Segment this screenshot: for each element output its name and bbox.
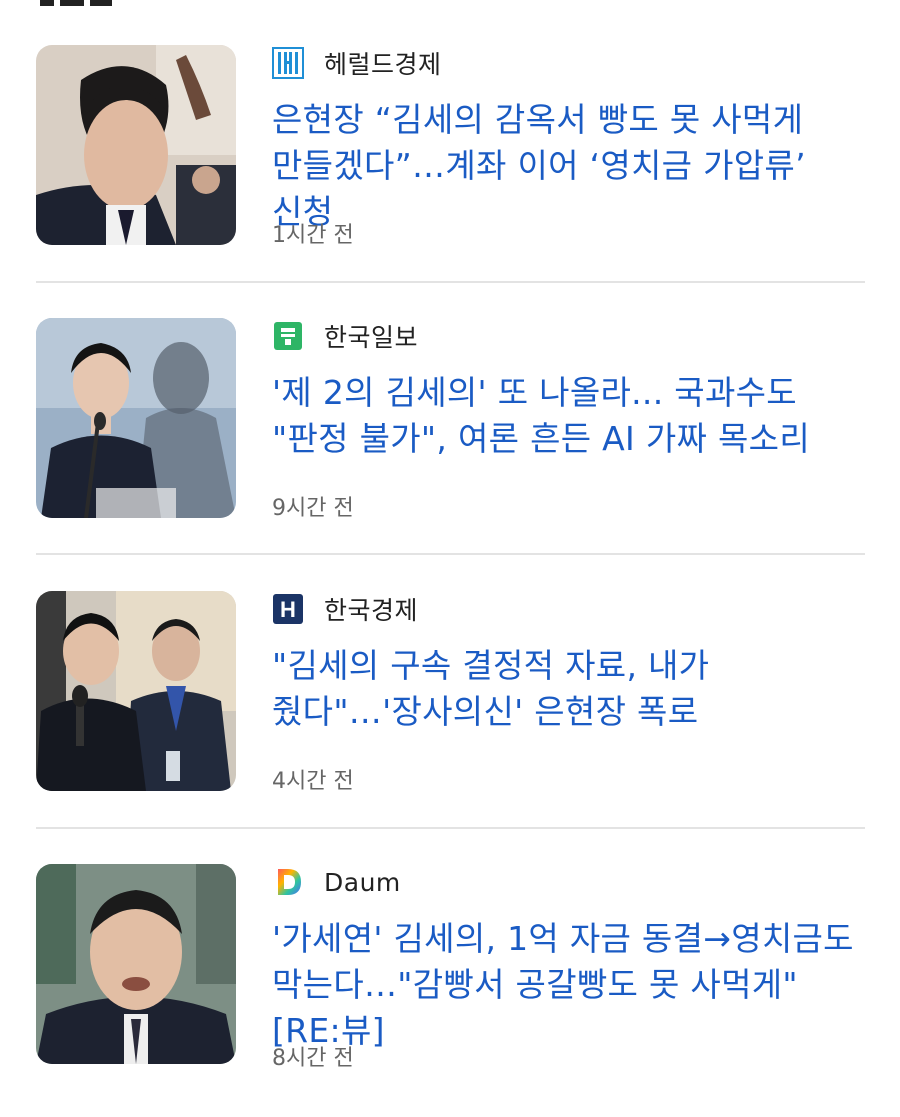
news-headline-link[interactable]: "김세의 구속 결정적 자료, 내가 줬다"…'장사의신' 은현장 폭로 — [272, 643, 865, 735]
news-item[interactable]: 한국일보 '제 2의 김세의' 또 나올라... 국과수도 "판정 불가", 여… — [36, 318, 865, 558]
herald-logo-icon — [272, 47, 304, 79]
news-source-name: 한국일보 — [324, 323, 419, 352]
news-time: 4시간 전 — [272, 769, 354, 794]
hankook-ilbo-logo-icon — [272, 320, 304, 352]
hankyung-logo-icon: H — [272, 593, 304, 625]
news-headline-link[interactable]: '가세연' 김세의, 1억 자금 동결→영치금도 막는다…"감빵서 공갈빵도 못… — [272, 916, 865, 1054]
news-content: Daum '가세연' 김세의, 1억 자금 동결→영치금도 막는다…"감빵서 공… — [272, 864, 865, 1054]
news-item[interactable]: 헤럴드경제 은현장 “김세의 감옥서 빵도 못 사먹게 만들겠다”…계좌 이어 … — [36, 45, 865, 285]
divider — [36, 553, 865, 555]
news-headline-link[interactable]: '제 2의 김세의' 또 나올라... 국과수도 "판정 불가", 여론 흔든 … — [272, 370, 865, 462]
news-source[interactable]: Daum — [272, 864, 865, 900]
news-time: 1시간 전 — [272, 223, 354, 248]
news-photo-image — [36, 45, 236, 245]
divider — [36, 827, 865, 829]
daum-logo-icon — [272, 866, 304, 898]
news-thumbnail[interactable] — [36, 45, 236, 245]
news-photo-image — [36, 591, 236, 791]
news-time: 8시간 전 — [272, 1046, 354, 1071]
news-thumbnail[interactable] — [36, 318, 236, 518]
news-content: H 한국경제 "김세의 구속 결정적 자료, 내가 줬다"…'장사의신' 은현장… — [272, 591, 865, 735]
svg-text:H: H — [280, 597, 296, 622]
news-source-name: 한국경제 — [324, 596, 419, 625]
news-photo-image — [36, 318, 236, 518]
previous-section-title-fragment — [40, 0, 170, 6]
news-source-name: Daum — [324, 867, 401, 897]
divider — [36, 281, 865, 283]
news-source[interactable]: 한국일보 — [272, 318, 865, 354]
news-content: 한국일보 '제 2의 김세의' 또 나올라... 국과수도 "판정 불가", 여… — [272, 318, 865, 462]
news-photo-image — [36, 864, 236, 1064]
news-source-name: 헤럴드경제 — [324, 50, 442, 79]
news-thumbnail[interactable] — [36, 864, 236, 1064]
news-item[interactable]: Daum '가세연' 김세의, 1억 자금 동결→영치금도 막는다…"감빵서 공… — [36, 864, 865, 1104]
news-source[interactable]: H 한국경제 — [272, 591, 865, 627]
news-source[interactable]: 헤럴드경제 — [272, 45, 865, 81]
news-headline-link[interactable]: 은현장 “김세의 감옥서 빵도 못 사먹게 만들겠다”…계좌 이어 ‘영치금 가… — [272, 97, 865, 235]
news-time: 9시간 전 — [272, 496, 354, 521]
news-thumbnail[interactable] — [36, 591, 236, 791]
news-item[interactable]: H 한국경제 "김세의 구속 결정적 자료, 내가 줬다"…'장사의신' 은현장… — [36, 591, 865, 831]
news-content: 헤럴드경제 은현장 “김세의 감옥서 빵도 못 사먹게 만들겠다”…계좌 이어 … — [272, 45, 865, 235]
